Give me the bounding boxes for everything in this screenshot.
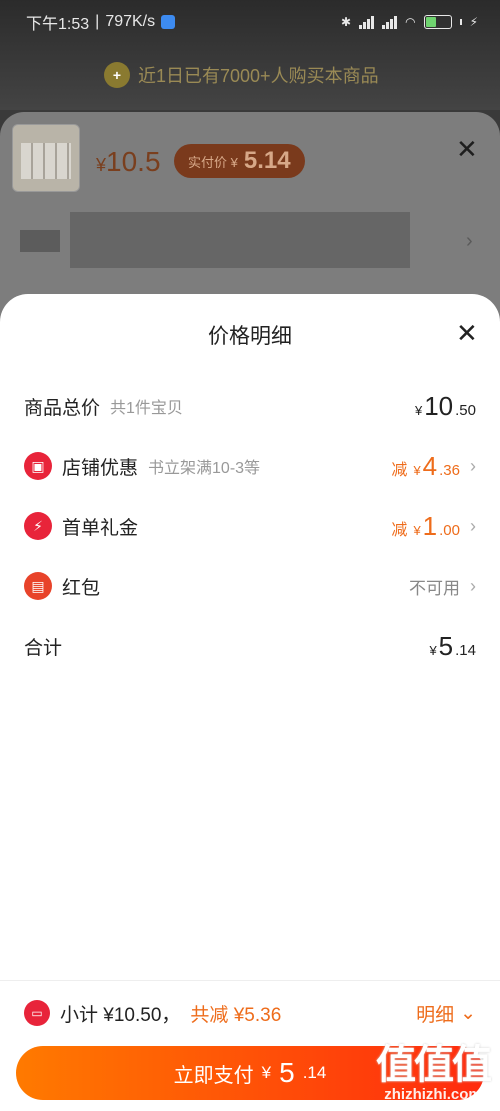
row-label: 商品总价 [24, 397, 101, 419]
status-bar: 下午1:53 | 797K/s ✱ ◠ ⚡ [0, 0, 500, 44]
row-label: 店铺优惠 [62, 457, 139, 479]
wifi-icon: ◠ [405, 15, 416, 29]
subtotal-label: 小计 ¥10.50， [60, 1004, 181, 1026]
price-summary: ▭ 小计 ¥10.50， 共减 ¥5.36 明细 ⌄ [24, 998, 476, 1028]
row-label: 红包 [62, 577, 101, 599]
battery-icon [423, 15, 452, 29]
actual-price-tag: 实付价 ¥5.14 [174, 144, 305, 178]
row-amount: ¥5.14 [429, 630, 476, 661]
row-first-order-gift[interactable]: ⚡ 首单礼金 减 ¥1.00 › [24, 510, 476, 542]
close-icon[interactable]: ✕ [456, 320, 478, 346]
row-sublabel: 书立架满10-3等 [148, 460, 261, 477]
row-shop-discount[interactable]: ▣ 店铺优惠 书立架满10-3等 减 ¥4.36 › [24, 450, 476, 482]
detail-toggle[interactable]: 明细 ⌄ [416, 1000, 476, 1027]
purchase-banner: + 近1日已有7000+人购买本商品 [104, 62, 379, 88]
footer-divider [0, 980, 500, 981]
chevron-right-icon: › [470, 455, 476, 476]
network-speed: 797K/s [105, 13, 156, 30]
chevron-down-icon: ⌄ [460, 1002, 476, 1024]
row-status: 不可用 › [409, 575, 476, 598]
signal-icon-2 [382, 15, 398, 29]
row-red-packet[interactable]: ▤ 红包 不可用 › [24, 570, 476, 602]
watermark: 值值值 zhizhizhi.com [376, 1043, 492, 1103]
chevron-right-icon: › [470, 515, 476, 536]
product-close-icon[interactable]: ✕ [456, 136, 478, 162]
row-goods-total: 商品总价 共1件宝贝 ¥10.50 [24, 390, 476, 422]
row-label: 合计 [24, 637, 63, 659]
purchase-banner-text: 近1日已有7000+人购买本商品 [138, 66, 379, 86]
coupon-icon: ▭ [24, 1000, 50, 1026]
row-amount: ¥10.50 [414, 390, 476, 421]
cart-icon: + [104, 62, 130, 88]
product-price: ¥10.5 [96, 146, 161, 177]
row-label: 首单礼金 [62, 517, 139, 539]
lightning-icon: ⚡ [24, 512, 52, 540]
product-thumbnail [12, 124, 80, 192]
price-detail-modal: 价格明细 ✕ 商品总价 共1件宝贝 ¥10.50 ▣ 店铺优惠 书立架满10-3… [0, 294, 500, 1111]
row-grand-total: 合计 ¥5.14 [24, 630, 476, 662]
blurred-content-2 [70, 212, 410, 268]
signal-icon [359, 15, 375, 29]
red-packet-icon: ▤ [24, 572, 52, 600]
modal-title: 价格明细 [208, 325, 292, 348]
shop-icon: ▣ [24, 452, 52, 480]
bluetooth-icon: ✱ [341, 15, 352, 29]
chevron-right-icon: › [470, 575, 476, 596]
blurred-content [20, 230, 60, 252]
chevron-right-icon[interactable]: › [466, 230, 473, 253]
row-sublabel: 共1件宝贝 [110, 400, 183, 417]
row-amount: 减 ¥4.36 › [391, 450, 476, 481]
discount-total: 共减 ¥5.36 [190, 1004, 282, 1026]
status-time: 下午1:53 [26, 16, 90, 33]
row-amount: 减 ¥1.00 › [391, 510, 476, 541]
app-notification-icon [161, 15, 176, 29]
charging-icon: ⚡ [469, 15, 478, 29]
